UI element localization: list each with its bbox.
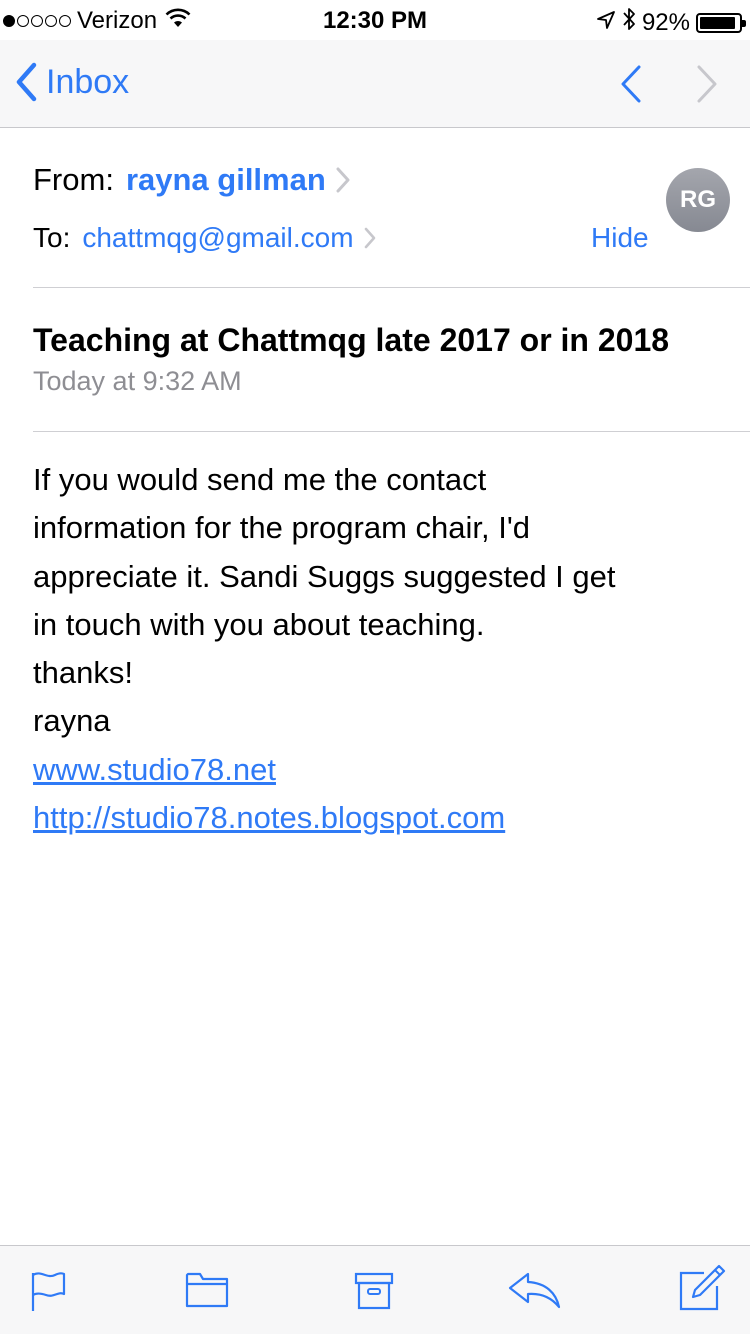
archive-icon	[354, 1272, 394, 1310]
bottom-toolbar	[0, 1245, 750, 1334]
compose-button[interactable]	[678, 1264, 726, 1317]
flag-icon	[31, 1272, 66, 1311]
archive-button[interactable]	[354, 1270, 394, 1315]
back-button-label: Inbox	[46, 62, 130, 101]
header-divider	[33, 287, 750, 288]
sender-name[interactable]: rayna gillman	[126, 162, 326, 198]
body-line: rayna	[33, 703, 111, 739]
to-row: To: chattmqg@gmail.com	[33, 222, 376, 254]
chevron-up-icon	[621, 65, 641, 103]
move-to-folder-button[interactable]	[185, 1270, 229, 1313]
chevron-left-icon	[16, 62, 37, 102]
message-body: If you would send me the contact informa…	[33, 456, 723, 842]
chevron-down-icon	[697, 65, 717, 103]
folder-icon	[185, 1272, 229, 1308]
reply-icon	[508, 1272, 561, 1309]
hide-details-button[interactable]: Hide	[591, 222, 649, 254]
reply-button[interactable]	[508, 1270, 562, 1315]
blog-link[interactable]: http://studio78.notes.blogspot.com	[33, 794, 723, 842]
next-message-button[interactable]	[694, 64, 720, 109]
message-header: From: rayna gillman To: chattmqg@gmail.c…	[0, 128, 750, 288]
from-label: From:	[33, 162, 114, 197]
nav-bar: Inbox	[0, 40, 750, 128]
flag-button[interactable]	[30, 1270, 68, 1317]
body-line: information for the program chair, I'd	[33, 510, 530, 546]
chevron-right-icon	[364, 227, 375, 249]
website-link[interactable]: www.studio78.net	[33, 746, 723, 794]
body-line: appreciate it. Sandi Suggs suggested I g…	[33, 558, 616, 594]
compose-icon	[679, 1264, 726, 1311]
battery-fill	[700, 16, 735, 29]
message-date: Today at 9:32 AM	[33, 366, 242, 396]
from-row: From: rayna gillman	[33, 162, 350, 198]
sender-avatar[interactable]: RG	[666, 168, 730, 232]
bluetooth-icon	[622, 7, 636, 38]
to-label: To:	[33, 222, 71, 253]
battery-percent: 92%	[641, 8, 690, 36]
previous-message-button[interactable]	[618, 64, 644, 109]
body-line: If you would send me the contact	[33, 462, 487, 497]
inbox-back-button[interactable]: Inbox	[14, 62, 129, 102]
body-line: in touch with you about teaching.	[33, 606, 485, 642]
battery-icon	[696, 12, 746, 33]
body-line: thanks!	[33, 655, 133, 691]
status-right: 92%	[596, 7, 746, 38]
chevron-right-icon	[336, 167, 350, 193]
message-subject: Teaching at Chattmqg late 2017 or in 201…	[33, 322, 670, 358]
recipient-address[interactable]: chattmqg@gmail.com	[82, 222, 353, 254]
subject-divider	[33, 431, 750, 432]
status-bar: Verizon 12:30 PM 92%	[0, 0, 750, 40]
location-icon	[596, 9, 616, 37]
